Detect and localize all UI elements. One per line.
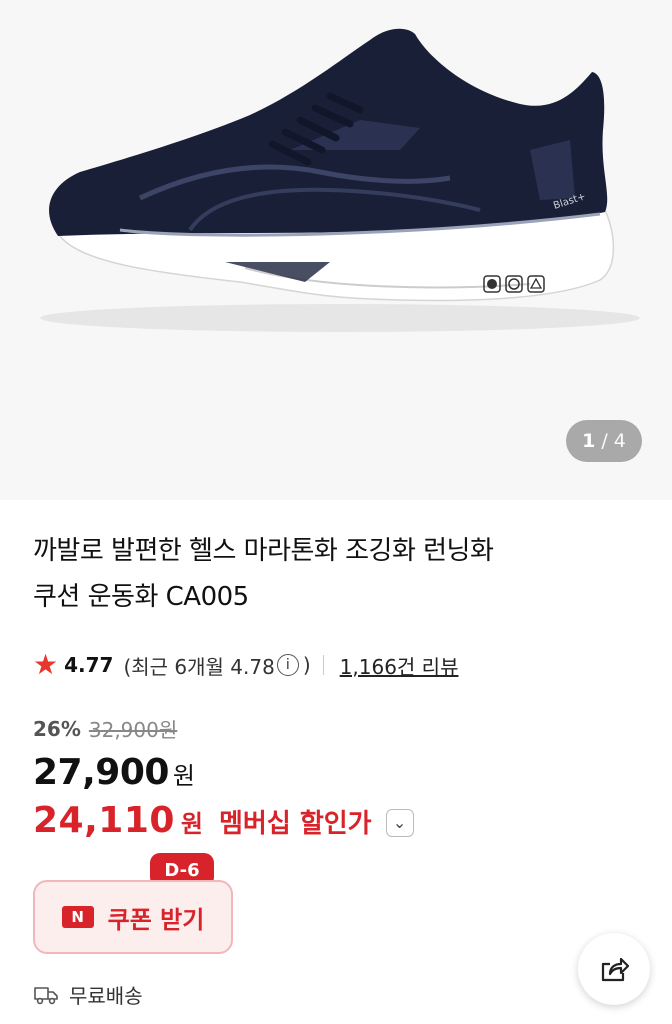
product-title-line2: 쿠션 운동화 CA005 xyxy=(33,582,249,612)
reviews-link[interactable]: 1,166건 리뷰 xyxy=(340,651,459,680)
sale-price-unit: 원 xyxy=(172,762,196,790)
membership-price-row[interactable]: 24,110 원 멤버십 할인가 ⌄ xyxy=(33,800,414,841)
product-image-gallery[interactable]: Blast+ 1 / 4 xyxy=(0,0,672,500)
rating-score: 4.77 xyxy=(64,653,114,677)
sale-price-row: 27,900 원 xyxy=(33,752,195,793)
rating-row: ★ 4.77 (최근 6개월 4.78 i ) 1,166건 리뷰 xyxy=(33,648,458,682)
original-price: 32,900원 xyxy=(88,718,178,742)
membership-price-unit: 원 xyxy=(180,810,204,838)
product-title: 까발로 발편한 헬스 마라톤화 조깅화 런닝화 쿠션 운동화 CA005 xyxy=(33,528,643,620)
gallery-page-indicator: 1 / 4 xyxy=(566,420,642,462)
star-icon: ★ xyxy=(33,648,59,681)
discount-row: 26% 32,900원 xyxy=(33,714,177,743)
rating-recent-prefix: (최근 6개월 4.78 xyxy=(123,654,275,679)
sale-price: 27,900 xyxy=(33,752,169,793)
share-button[interactable] xyxy=(578,933,650,1005)
discount-percent: 26% xyxy=(33,716,81,741)
gallery-current-page: 1 xyxy=(582,430,596,452)
naver-n-icon: N xyxy=(61,906,94,928)
coupon-button[interactable]: N 쿠폰 받기 xyxy=(33,880,233,954)
gallery-page-separator: / xyxy=(601,430,608,452)
product-title-line1: 까발로 발편한 헬스 마라톤화 조깅화 런닝화 xyxy=(33,536,494,566)
gallery-total-pages: 4 xyxy=(613,430,626,452)
membership-price: 24,110 xyxy=(33,800,175,841)
chevron-down-icon[interactable]: ⌄ xyxy=(385,808,414,837)
shipping-label: 무료배송 xyxy=(69,984,143,1008)
rating-recent-suffix: ) xyxy=(302,653,311,677)
info-icon[interactable]: i xyxy=(276,654,299,676)
rating-divider xyxy=(322,655,324,675)
product-image-shoe xyxy=(40,28,640,332)
share-icon xyxy=(601,957,630,982)
truck-icon xyxy=(34,986,58,1004)
shipping-info: 무료배송 xyxy=(33,980,143,1009)
coupon-button-label: 쿠폰 받기 xyxy=(107,905,205,934)
membership-price-label: 멤버십 할인가 xyxy=(219,809,372,839)
